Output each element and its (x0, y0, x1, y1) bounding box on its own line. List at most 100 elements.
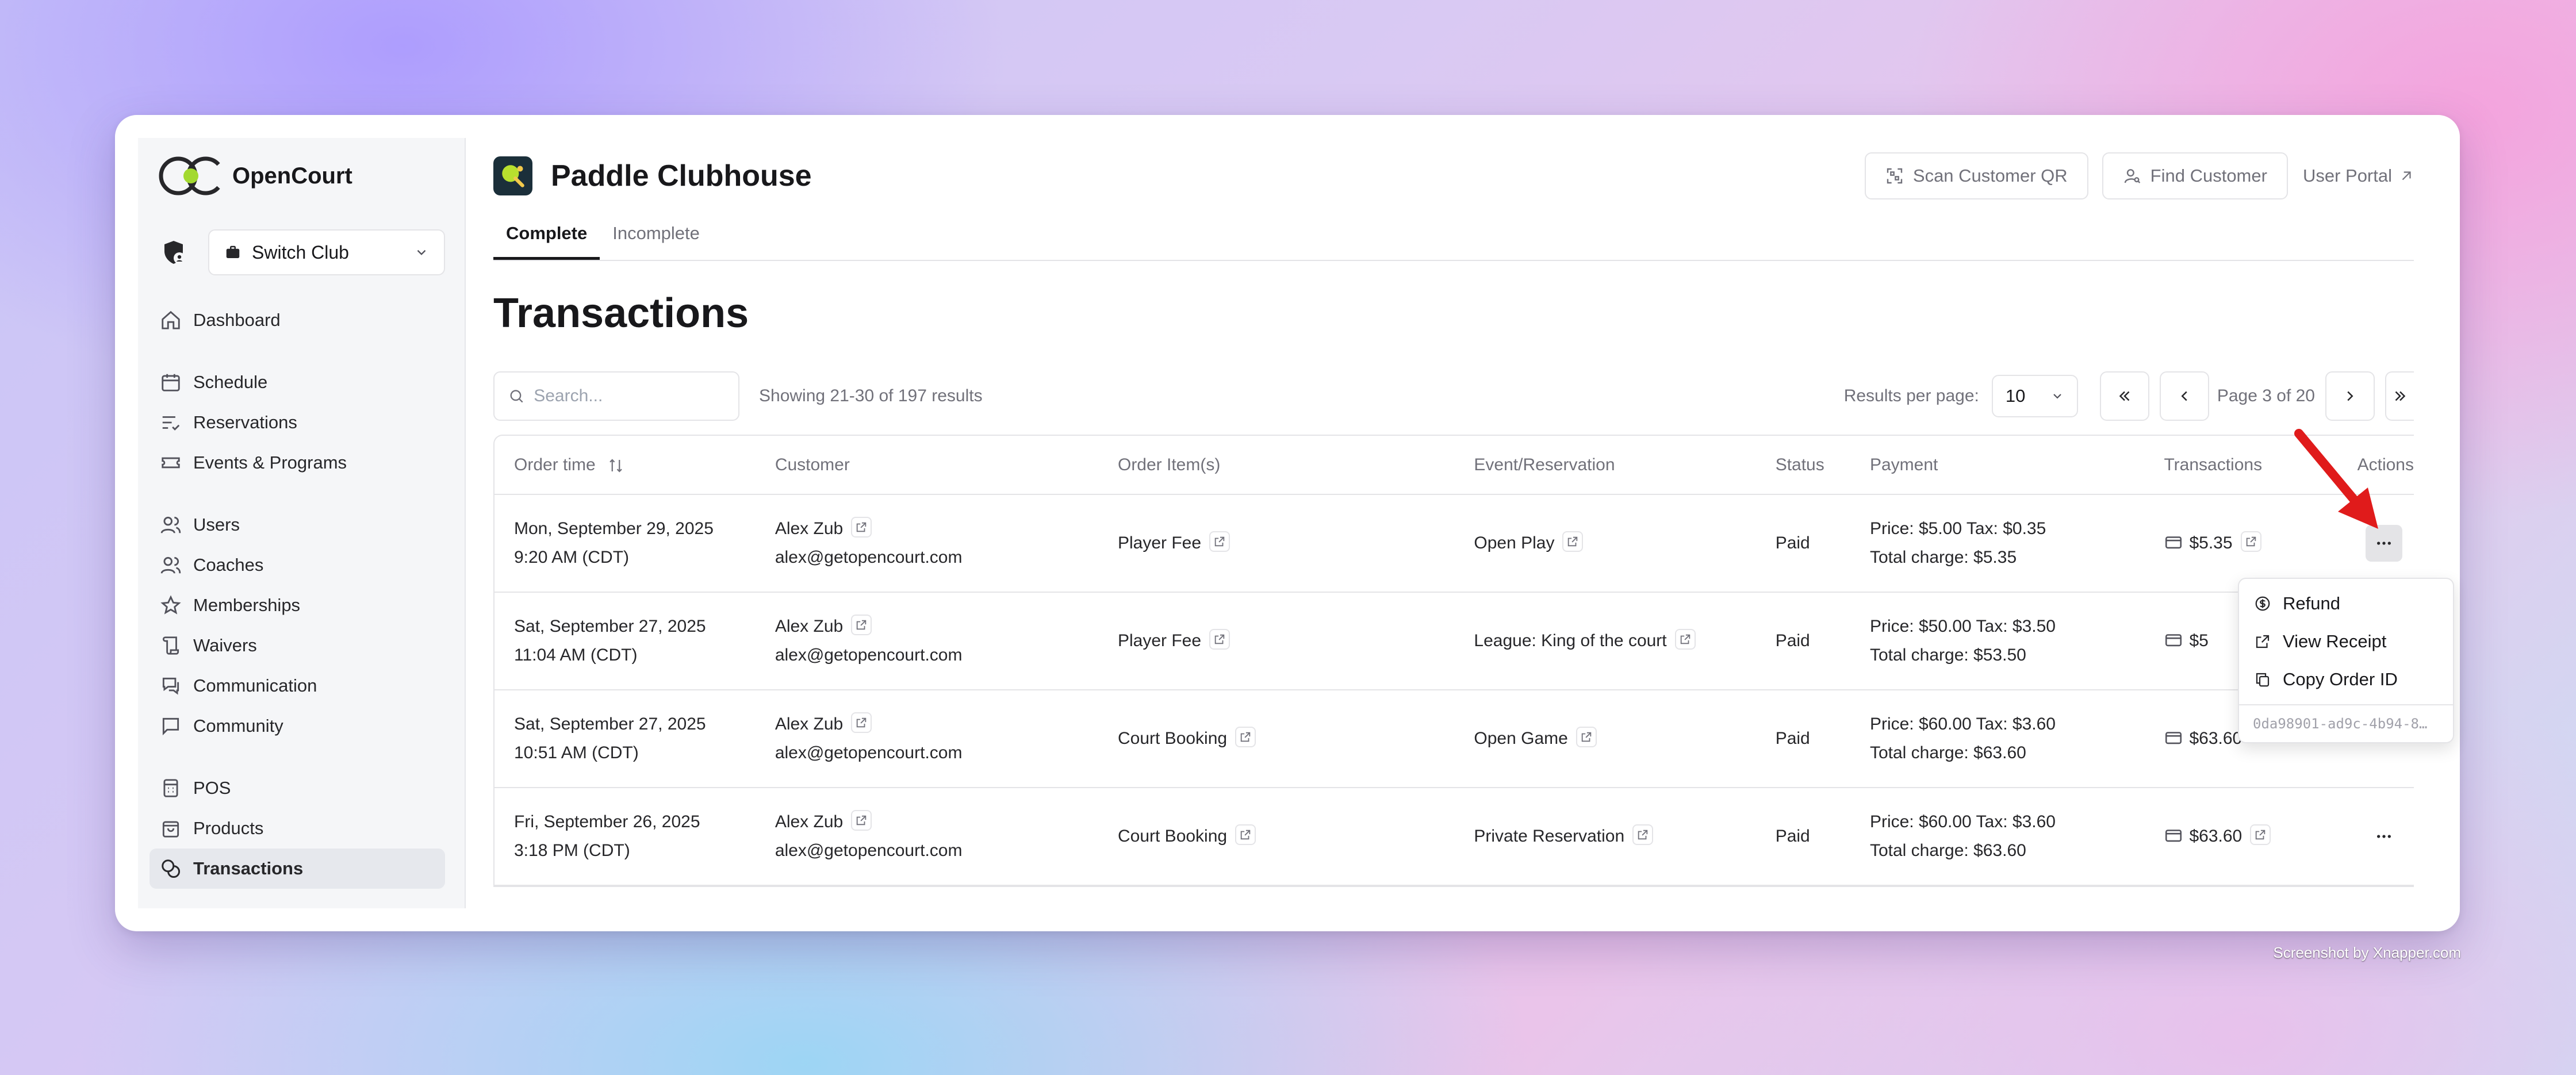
transaction-amount: $5 (2189, 631, 2209, 650)
open-item-button[interactable] (1209, 531, 1230, 552)
chevrons-right-icon (2395, 391, 2406, 401)
find-customer-button[interactable]: Find Customer (2102, 152, 2288, 199)
menu-item-view-receipt[interactable]: View Receipt (2239, 623, 2453, 661)
sidebar-item-label: Users (193, 515, 240, 535)
scan-customer-qr-button[interactable]: Scan Customer QR (1864, 152, 2088, 199)
brand-name: OpenCourt (232, 163, 352, 189)
open-item-button[interactable] (1209, 629, 1230, 650)
open-item-button[interactable] (1235, 727, 1256, 748)
status-text: Paid (1755, 788, 1850, 886)
tab-incomplete[interactable]: Incomplete (600, 213, 712, 260)
transaction-amount: $5.35 (2189, 533, 2233, 552)
external-link-icon (1214, 536, 1225, 547)
customer-name: Alex Zub (775, 812, 844, 831)
coach-icon (160, 556, 181, 574)
open-item-button[interactable] (1235, 824, 1256, 846)
sidebar-item-dashboard[interactable]: Dashboard (150, 300, 445, 340)
results-per-page-label: Results per page: (1843, 386, 1979, 405)
order-date: Mon, September 29, 2025 (514, 519, 714, 538)
search-box[interactable] (493, 371, 739, 421)
external-link-icon (856, 620, 867, 630)
menu-item-label: Copy Order ID (2283, 669, 2398, 689)
sidebar-item-label: Products (193, 818, 264, 838)
list-check-icon (162, 416, 180, 431)
event-name: League: King of the court (1474, 631, 1667, 650)
open-customer-button[interactable] (851, 517, 872, 538)
first-page-button[interactable] (2099, 371, 2149, 421)
external-link-icon (2256, 635, 2270, 648)
sidebar-item-transactions[interactable]: Transactions (150, 849, 445, 889)
club-logo (493, 156, 532, 195)
paddle-icon (502, 165, 524, 187)
menu-item-copy-order-id[interactable]: Copy Order ID (2239, 661, 2453, 698)
app-window: OpenCourt Switch Club Dashboard Schedule… (115, 115, 2460, 931)
external-link-icon (2246, 536, 2256, 547)
credit-card-icon (2165, 732, 2182, 744)
sidebar-item-waivers[interactable]: Waivers (150, 625, 445, 666)
order-item: Player Fee (1117, 533, 1202, 552)
sidebar-item-schedule[interactable]: Schedule (150, 362, 445, 402)
sidebar-item-memberships[interactable]: Memberships (150, 585, 445, 625)
open-customer-button[interactable] (851, 615, 872, 636)
open-event-button[interactable] (1674, 629, 1696, 650)
brand[interactable]: OpenCourt (150, 153, 445, 199)
results-per-page-select[interactable]: 10 (1991, 375, 2078, 417)
customer-name: Alex Zub (775, 519, 844, 538)
sidebar-item-pos[interactable]: POS (150, 768, 445, 808)
open-event-button[interactable] (1562, 531, 1584, 552)
per-page-value: 10 (2005, 386, 2026, 406)
open-customer-button[interactable] (851, 712, 872, 734)
external-link-icon (1680, 634, 1690, 644)
price-tax: Price: $5.00 Tax: $0.35 (1869, 519, 2046, 538)
last-page-button[interactable] (2385, 371, 2414, 421)
dollar-circle-icon (2255, 596, 2270, 611)
sort-icon (610, 458, 622, 473)
total-charge: Total charge: $63.60 (1869, 841, 2026, 860)
message-square-icon (162, 717, 179, 736)
menu-item-label: View Receipt (2283, 631, 2387, 651)
pos-icon (163, 779, 178, 797)
copy-icon (2256, 673, 2270, 687)
external-link-icon (856, 522, 867, 532)
open-customer-button[interactable] (851, 810, 872, 831)
order-id-text: 0da98901-ad9c-4b94-8… (2253, 716, 2428, 732)
open-event-button[interactable] (1575, 727, 1597, 748)
menu-item-refund[interactable]: Refund (2239, 585, 2453, 623)
sidebar-item-users[interactable]: Users (150, 505, 445, 545)
sidebar-item-reservations[interactable]: Reservations (150, 402, 445, 443)
ticket-icon (162, 457, 180, 469)
previous-page-button[interactable] (2159, 371, 2209, 421)
customer-email: alex@getopencourt.com (775, 743, 963, 762)
price-tax: Price: $50.00 Tax: $3.50 (1869, 617, 2056, 636)
users-icon (160, 516, 181, 533)
chevron-left-icon (2181, 391, 2187, 401)
credit-card-icon (2165, 634, 2182, 647)
results-summary: Showing 21-30 of 197 results (759, 386, 983, 405)
sidebar-item-label: Dashboard (193, 310, 281, 330)
table-row: Sat, September 27, 2025 10:51 AM (CDT) Al… (494, 690, 2414, 788)
screenshot-credit: Screenshot by Xnapper.com (2273, 944, 2461, 961)
sidebar-item-products[interactable]: Products (150, 808, 445, 849)
chevron-down-icon (2053, 394, 2061, 399)
row-actions-button[interactable] (2366, 818, 2402, 855)
external-link-icon (1638, 830, 1648, 840)
opencourt-logo-icon (159, 156, 220, 195)
sidebar-item-coaches[interactable]: Coaches (150, 545, 445, 585)
tab-complete[interactable]: Complete (493, 213, 600, 260)
arrow-up-right-icon (2402, 171, 2411, 181)
switch-club-button[interactable]: Switch Club (208, 229, 445, 275)
sidebar-item-community[interactable]: Community (150, 706, 445, 746)
open-transaction-button[interactable] (2240, 531, 2261, 552)
next-page-button[interactable] (2325, 371, 2375, 421)
sidebar-item-events-programs[interactable]: Events & Programs (150, 443, 445, 483)
open-transaction-button[interactable] (2250, 824, 2271, 846)
search-input[interactable] (534, 386, 724, 406)
open-event-button[interactable] (1632, 824, 1654, 846)
chevron-right-icon (2347, 391, 2353, 401)
user-portal-link[interactable]: User Portal (2288, 152, 2414, 199)
chevrons-left-icon (2119, 391, 2130, 401)
main-content: Paddle Clubhouse Scan Customer QR Find C… (466, 138, 2437, 908)
page-title: Transactions (493, 290, 749, 336)
sidebar-item-communication[interactable]: Communication (150, 666, 445, 706)
column-order-time[interactable]: Order time (494, 436, 756, 495)
